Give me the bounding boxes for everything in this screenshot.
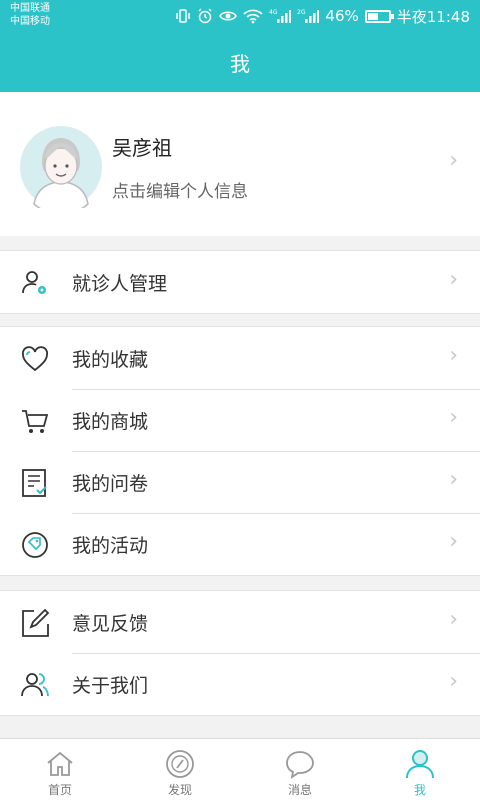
tab-label: 消息: [287, 783, 312, 797]
svg-text:2G: 2G: [297, 9, 306, 16]
edit-icon: [22, 608, 50, 637]
tab-label: 首页: [47, 783, 72, 797]
tab-label: 发现: [167, 783, 192, 797]
bottom-tab-bar: 首页 发现 消息 我: [0, 738, 480, 800]
menu-item-favorites[interactable]: 我的收藏 ›: [0, 327, 480, 389]
signal-2-icon: 2G: [297, 9, 320, 23]
wifi-icon: [243, 9, 263, 24]
svg-text:4G: 4G: [269, 9, 278, 16]
tab-me[interactable]: 我: [360, 739, 480, 800]
avatar: [20, 126, 102, 208]
profile-name: 吴彦祖: [112, 136, 172, 160]
questionnaire-icon: [22, 469, 47, 497]
profile-edit-hint: 点击编辑个人信息: [112, 182, 248, 202]
compass-icon: [166, 750, 194, 778]
tag-icon: [22, 532, 48, 558]
menu-group-about: 意见反馈 › 关于我们 ›: [0, 590, 480, 716]
chevron-right-icon: ›: [449, 607, 458, 632]
chevron-right-icon: ›: [449, 267, 458, 292]
menu-item-questionnaire[interactable]: 我的问卷 ›: [0, 451, 480, 513]
chevron-right-icon: ›: [449, 467, 458, 492]
chevron-right-icon: ›: [449, 405, 458, 430]
battery-fill: [367, 12, 378, 20]
patient-manage-icon: [22, 271, 46, 294]
status-bar: 中国联通 中国移动 4G 2G 46% 半夜11:48: [0, 0, 480, 32]
chevron-right-icon: ›: [449, 529, 458, 554]
status-icons: 4G 2G 46% 半夜11:48: [175, 5, 470, 27]
menu-item-mall[interactable]: 我的商城 ›: [0, 389, 480, 451]
tab-messages[interactable]: 消息: [240, 739, 360, 800]
alarm-icon: [198, 8, 212, 24]
page-header: 我: [0, 32, 480, 92]
menu-item-feedback[interactable]: 意见反馈 ›: [0, 591, 480, 653]
carrier-1: 中国联通: [10, 3, 50, 14]
chevron-right-icon: ›: [449, 669, 458, 694]
page-title: 我: [230, 51, 250, 76]
carrier-2: 中国移动: [10, 16, 50, 27]
menu-group-patients: 就诊人管理 ›: [0, 250, 480, 314]
eye-icon: [219, 11, 238, 21]
menu-label: 就诊人管理: [72, 273, 168, 295]
chevron-right-icon: ›: [449, 148, 458, 173]
cart-icon: [22, 410, 49, 433]
home-icon: [47, 751, 73, 776]
vibrate-icon: [176, 9, 191, 23]
tab-label: 我: [413, 783, 426, 797]
tab-discover[interactable]: 发现: [120, 739, 240, 800]
battery-icon: [364, 9, 394, 23]
menu-label: 我的活动: [72, 535, 149, 557]
menu-label: 关于我们: [72, 675, 149, 697]
battery-percent: 46%: [325, 7, 359, 25]
menu-label: 意见反馈: [72, 613, 149, 635]
menu-group-mine: 我的收藏 › 我的商城 › 我的问卷 › 我的活动 ›: [0, 326, 480, 576]
chevron-right-icon: ›: [449, 343, 458, 368]
menu-label: 我的问卷: [72, 473, 149, 495]
menu-label: 我的收藏: [72, 349, 149, 371]
person-icon: [406, 750, 434, 779]
users-icon: [21, 673, 49, 697]
clock: 半夜11:48: [396, 7, 470, 26]
heart-icon: [22, 346, 48, 372]
tab-home[interactable]: 首页: [0, 739, 120, 800]
chat-bubble-icon: [286, 751, 314, 779]
menu-item-patient-manage[interactable]: 就诊人管理 ›: [0, 251, 480, 313]
carrier-info: 中国联通 中国移动: [10, 2, 50, 28]
menu-label: 我的商城: [72, 411, 149, 433]
menu-item-activities[interactable]: 我的活动 ›: [0, 513, 480, 575]
menu-item-about-us[interactable]: 关于我们 ›: [0, 653, 480, 715]
profile-card[interactable]: 吴彦祖 点击编辑个人信息 ›: [0, 92, 480, 236]
signal-icon: 4G: [269, 9, 292, 23]
